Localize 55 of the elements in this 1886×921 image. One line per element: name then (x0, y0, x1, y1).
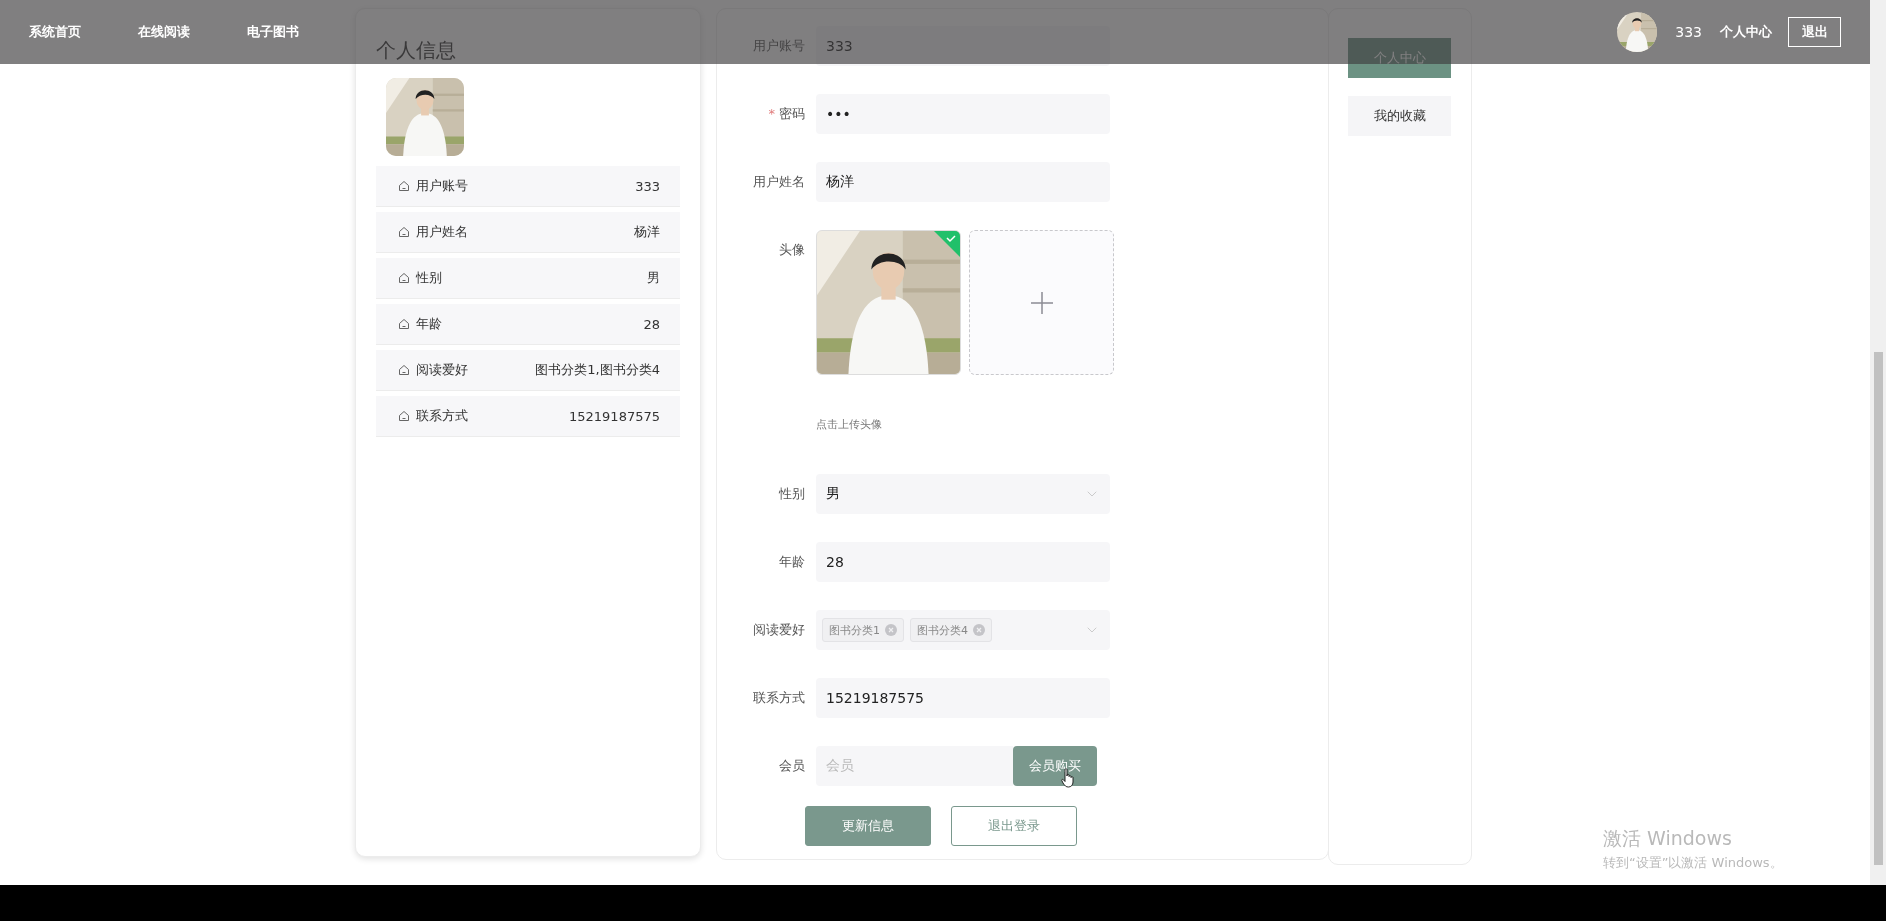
tag: 图书分类4 (910, 618, 992, 642)
scrollbar-thumb[interactable] (1873, 352, 1883, 865)
input-field[interactable]: 杨洋 (816, 162, 1110, 202)
close-icon[interactable] (973, 624, 985, 636)
input-field[interactable]: ••• (816, 94, 1110, 134)
field-label: 性别 (779, 486, 805, 501)
update-button[interactable]: 更新信息 (805, 806, 931, 846)
field-label: 会员 (779, 758, 805, 773)
nav-link[interactable]: 个人中心 (1720, 23, 1772, 41)
scrollbar[interactable] (1870, 0, 1886, 885)
nav-link[interactable]: 电子图书 (247, 23, 299, 41)
menu-item[interactable]: 我的收藏 (1348, 96, 1451, 136)
input-field[interactable]: 28 (816, 542, 1110, 582)
required-mark: * (768, 106, 775, 121)
field-label: 用户姓名 (753, 174, 805, 189)
home-icon (398, 364, 410, 376)
multi-select-field[interactable]: 图书分类1 图书分类4 (816, 610, 1110, 650)
select-field[interactable]: 男 (816, 474, 1110, 514)
user-avatar[interactable] (1617, 12, 1658, 52)
info-value: 333 (635, 178, 660, 194)
activation-title: 激活 Windows (1603, 826, 1733, 851)
info-value: 杨洋 (634, 223, 660, 241)
activation-text: 转到“设置”以激活 Windows。 (1603, 854, 1783, 872)
logout-button[interactable]: 退出 (1788, 17, 1841, 47)
field-label: 年龄 (779, 554, 805, 569)
field-label: 密码 (779, 106, 805, 121)
upload-hint: 点击上传头像 (816, 417, 883, 432)
info-label: 联系方式 (416, 407, 468, 425)
tag: 图书分类1 (822, 618, 904, 642)
home-icon (398, 226, 410, 238)
info-label: 用户账号 (416, 177, 468, 195)
info-label: 年龄 (416, 315, 442, 333)
nav-link[interactable]: 在线阅读 (138, 23, 190, 41)
info-value: 图书分类1,图书分类4 (535, 361, 660, 379)
info-value: 15219187575 (569, 408, 660, 424)
info-label: 性别 (416, 269, 442, 287)
input-field[interactable]: 15219187575 (816, 678, 1110, 718)
home-icon (398, 180, 410, 192)
logout-button[interactable]: 退出登录 (951, 806, 1077, 846)
field-label: 联系方式 (753, 690, 805, 705)
info-value: 男 (647, 269, 660, 287)
home-icon (398, 318, 410, 330)
info-value: 28 (643, 316, 660, 332)
field-label: 头像 (779, 242, 805, 257)
home-icon (398, 272, 410, 284)
nav-link[interactable]: 系统首页 (29, 23, 81, 41)
info-label: 用户姓名 (416, 223, 468, 241)
username: 333 (1675, 24, 1702, 40)
upload-area[interactable] (969, 230, 1114, 375)
field-label: 阅读爱好 (753, 622, 805, 637)
close-icon[interactable] (885, 624, 897, 636)
home-icon (398, 410, 410, 422)
card-title: 个人信息 (376, 37, 457, 64)
info-label: 阅读爱好 (416, 361, 468, 379)
plus-icon (1029, 290, 1054, 315)
